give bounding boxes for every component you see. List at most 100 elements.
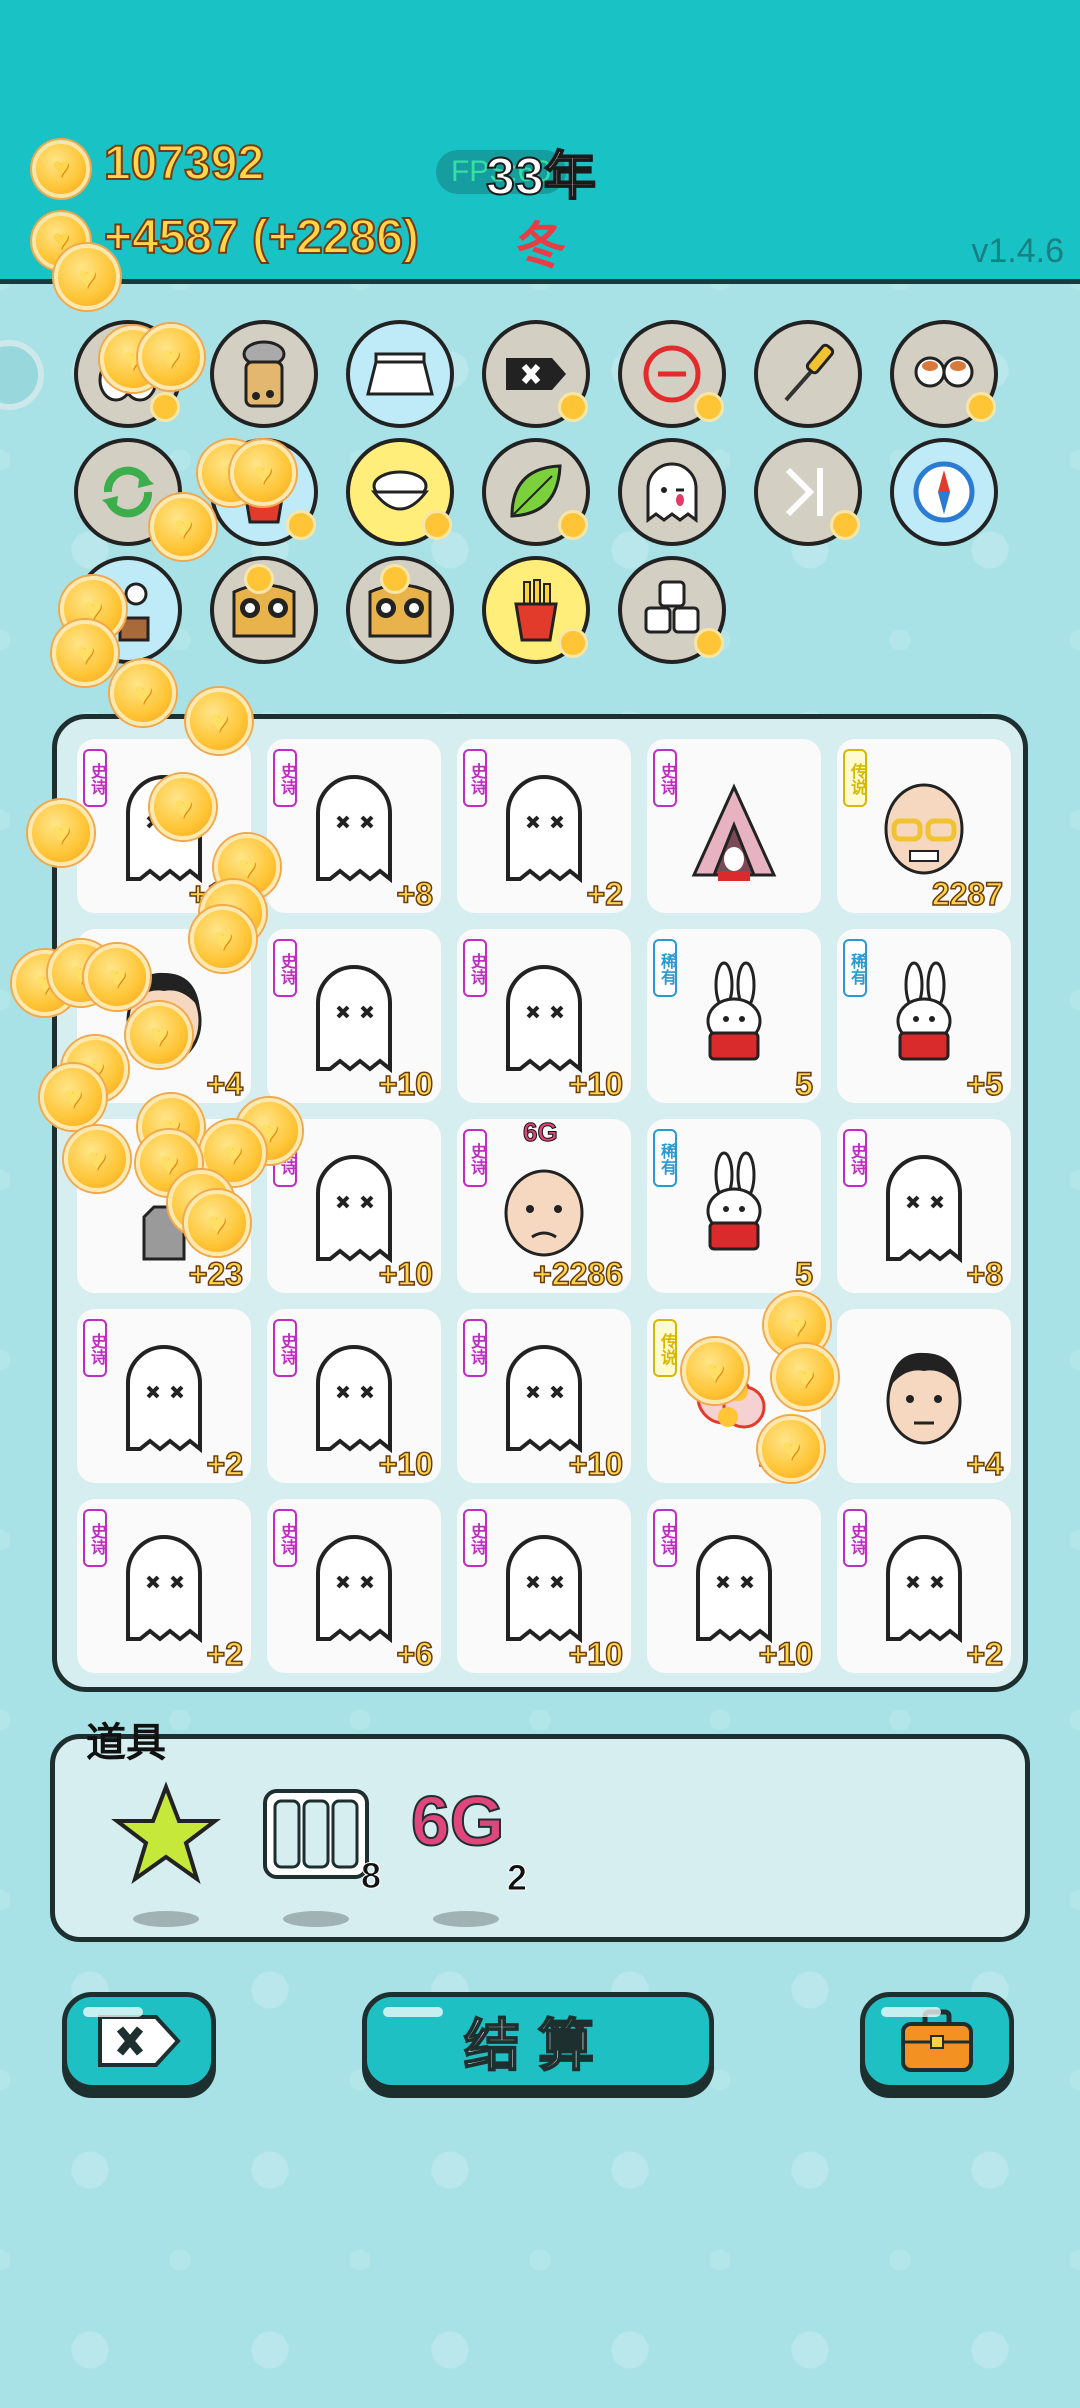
leaf-ability[interactable] xyxy=(482,438,590,546)
mini-coin-icon xyxy=(558,392,588,422)
floating-coin-icon xyxy=(54,244,120,310)
floating-coin-icon xyxy=(758,1416,824,1482)
item-battery[interactable]: 8 xyxy=(261,1781,382,1927)
floating-coin-icon xyxy=(186,688,252,754)
items-label: 道具 xyxy=(86,1721,166,1765)
ghost-icon xyxy=(316,775,392,884)
bag-button[interactable] xyxy=(860,1992,1014,2090)
mini-coin-icon xyxy=(830,510,860,540)
floating-coin-icon xyxy=(84,944,150,1010)
mini-coin-icon xyxy=(244,564,274,594)
board-cell[interactable]: 史诗 +8 xyxy=(837,1119,1011,1293)
owls-ability-2[interactable] xyxy=(346,556,454,664)
owls-ability-1[interactable] xyxy=(210,556,318,664)
compass-ability[interactable] xyxy=(890,438,998,546)
mini-coin-icon xyxy=(694,392,724,422)
exit-button[interactable] xyxy=(62,1992,216,2090)
board-cell[interactable]: 史诗 +2 xyxy=(77,1309,251,1483)
screwdriver-icon xyxy=(784,343,835,402)
rarity-tag: 史诗 xyxy=(83,749,107,807)
board-cell[interactable]: 史诗 +8 xyxy=(267,739,441,913)
tofu-ability[interactable] xyxy=(618,556,726,664)
rarity-tag: 传说 xyxy=(653,1319,677,1377)
old-man-glasses-icon xyxy=(884,783,964,875)
delete-tag-ability[interactable] xyxy=(482,320,590,428)
board-cell[interactable]: 史诗 +10 xyxy=(647,1499,821,1673)
item-count: 8 xyxy=(360,1855,381,1897)
skip-ability[interactable] xyxy=(754,438,862,546)
skirt-icon xyxy=(366,352,434,396)
6g-icon: 6G xyxy=(410,1781,505,1861)
cell-value: +23 xyxy=(188,1255,244,1293)
minus-ability[interactable] xyxy=(618,320,726,428)
rabbit-tent-icon xyxy=(691,783,777,881)
board-cell[interactable]: 史诗 +10 xyxy=(267,929,441,1103)
board-cell[interactable]: 史诗 +10 xyxy=(457,1309,631,1483)
screwdriver-ability[interactable] xyxy=(754,320,862,428)
rarity-tag: 史诗 xyxy=(83,1319,107,1377)
floating-coin-icon xyxy=(772,1344,838,1410)
board-cell[interactable]: 史诗 +10 xyxy=(267,1309,441,1483)
board-cell[interactable]: 史诗 6G +2286 xyxy=(457,1117,631,1293)
floating-coin-icon xyxy=(184,1190,250,1256)
board-cell[interactable]: 史诗 +2 xyxy=(837,1499,1011,1673)
compass-icon xyxy=(913,461,975,523)
board-cell[interactable]: 史诗 +10 xyxy=(457,1499,631,1673)
mini-coin-icon xyxy=(558,628,588,658)
cell-value: +4 xyxy=(966,1445,1004,1483)
items-panel: 8 6G 2 xyxy=(50,1734,1030,1942)
mini-coin-icon xyxy=(422,510,452,540)
cows-ability[interactable] xyxy=(890,320,998,428)
settle-button[interactable]: 结算 xyxy=(362,1992,714,2090)
board-cell[interactable]: 史诗 +2 xyxy=(457,739,631,913)
board-cell[interactable]: 稀有 5 xyxy=(647,1119,821,1293)
ghost-icon xyxy=(506,775,582,884)
mini-coin-icon xyxy=(150,392,180,422)
money-counter: 107392 xyxy=(103,136,265,191)
floating-coin-icon xyxy=(190,906,256,972)
ghost-icon xyxy=(316,1345,392,1454)
ghost-icon xyxy=(126,1345,202,1454)
season-label: 冬 xyxy=(516,218,566,274)
board-cell[interactable]: 传说 2287 xyxy=(837,739,1011,913)
ghost-wink-ability[interactable] xyxy=(618,438,726,546)
delete-tag-icon xyxy=(98,2015,181,2067)
floating-coin-icon xyxy=(52,620,118,686)
item-6g[interactable]: 6G 2 xyxy=(410,1781,528,1927)
rabbit-icon xyxy=(706,961,762,1061)
fries-ability-2[interactable] xyxy=(482,556,590,664)
rarity-tag: 史诗 xyxy=(273,939,297,997)
board-cell[interactable]: 史诗 xyxy=(647,739,821,913)
cell-value: +2286 xyxy=(532,1255,623,1293)
board-cell[interactable]: 史诗 +10 xyxy=(457,929,631,1103)
rarity-tag: 稀有 xyxy=(653,939,677,997)
rabbit-icon xyxy=(896,961,952,1061)
rarity-tag: 史诗 xyxy=(83,1509,107,1567)
ghost-icon xyxy=(506,1535,582,1644)
rice-ability[interactable] xyxy=(346,438,454,546)
income-counter: +4587 (+2286) xyxy=(103,210,420,265)
cell-value: +2 xyxy=(206,1445,244,1483)
floating-coin-icon xyxy=(126,1002,192,1068)
star-icon xyxy=(111,1781,221,1885)
mini-coin-icon xyxy=(380,564,410,594)
floating-coin-icon xyxy=(40,1064,106,1130)
rarity-tag: 传说 xyxy=(843,749,867,807)
skirt-ability[interactable] xyxy=(346,320,454,428)
rabbit-icon xyxy=(706,1151,762,1251)
floating-coin-icon xyxy=(682,1338,748,1404)
floating-coin-icon xyxy=(230,440,296,506)
bubble-tea-ability[interactable] xyxy=(210,320,318,428)
ghost-icon xyxy=(696,1535,772,1644)
board-cell[interactable]: 稀有 +5 xyxy=(837,929,1011,1103)
cell-value: +2 xyxy=(966,1635,1004,1673)
cell-value: +10 xyxy=(378,1065,434,1103)
item-star[interactable] xyxy=(111,1781,221,1927)
board-cell[interactable]: 史诗 +2 xyxy=(77,1499,251,1673)
board-cell[interactable]: 稀有 5 xyxy=(647,929,821,1103)
board-cell[interactable]: +4 xyxy=(837,1309,1011,1483)
cell-value: 5 xyxy=(794,1065,813,1103)
board-cell[interactable]: 史诗 +6 xyxy=(267,1499,441,1673)
cell-value: +10 xyxy=(758,1635,814,1673)
6g-badge: 6G xyxy=(523,1117,559,1148)
